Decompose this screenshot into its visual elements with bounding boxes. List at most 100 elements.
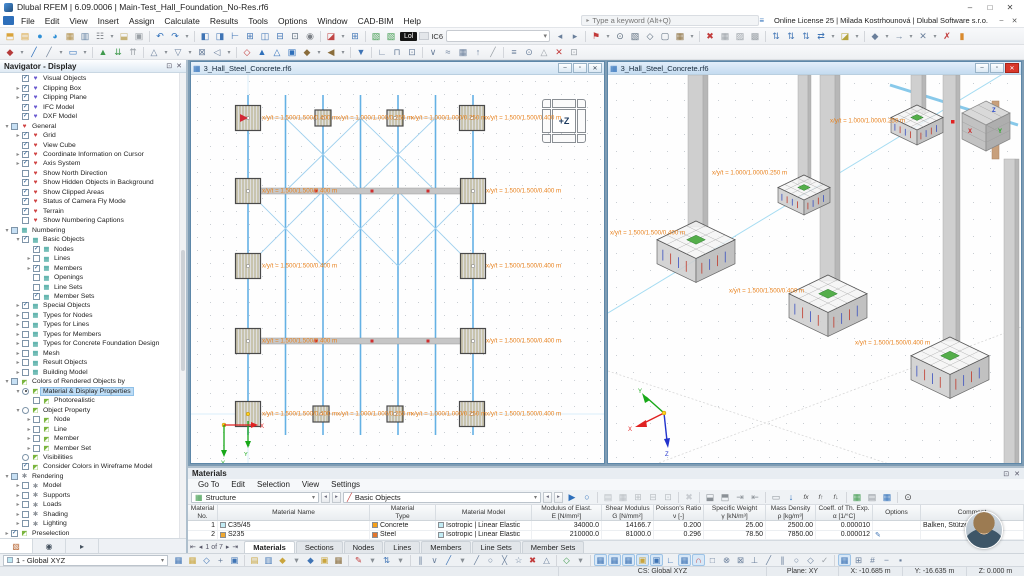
line-grid-button[interactable]: ◆ bbox=[304, 554, 317, 566]
circle-select-toggle[interactable]: ⊗ bbox=[720, 554, 733, 566]
measure-button[interactable]: ╱ bbox=[486, 46, 500, 59]
menu-assign[interactable]: Assign bbox=[124, 16, 160, 26]
elevation-button[interactable]: ↑ bbox=[471, 46, 485, 59]
nav-item-lines[interactable]: ▸ ▦ Lines bbox=[1, 254, 178, 263]
checkbox[interactable]: ✓ bbox=[22, 103, 29, 111]
star-button[interactable]: ☆ bbox=[512, 554, 525, 566]
checkbox[interactable] bbox=[22, 217, 29, 225]
panel-button[interactable]: ⊞ bbox=[348, 30, 362, 43]
nav-item-basic-objects[interactable]: ▾ ✓ ▦ Basic Objects bbox=[1, 235, 178, 244]
nav-item-member-sets[interactable]: ✓ ▦ Member Sets bbox=[1, 292, 178, 301]
model-manager-button[interactable]: ▦ bbox=[63, 30, 77, 43]
table-tab-sections[interactable]: Sections bbox=[295, 541, 343, 553]
nav-item-dxf-model[interactable]: ✓ ♥ DXF Model bbox=[1, 112, 178, 121]
expander-icon[interactable]: ▸ bbox=[14, 132, 22, 139]
visibility-partial-button[interactable]: ▨ bbox=[733, 30, 747, 43]
checkbox[interactable]: ✓ bbox=[22, 236, 29, 244]
search-input[interactable] bbox=[592, 16, 755, 25]
column-header-shear-modulus[interactable]: Shear Modulus G [N/mm²] bbox=[602, 505, 654, 521]
navigator-tab-data[interactable]: ▧ bbox=[0, 539, 33, 553]
background-layers-button[interactable]: ▦ bbox=[332, 554, 345, 566]
table-tab-materials[interactable]: Materials bbox=[244, 541, 295, 553]
material-cell-poisson[interactable]: 0.200 bbox=[654, 521, 704, 530]
nav-item-building-model[interactable]: ▸ ▦ Building Model bbox=[1, 368, 178, 377]
box-select-toggle[interactable]: □ bbox=[706, 554, 719, 566]
expander-icon[interactable]: ▸ bbox=[14, 492, 22, 499]
view-forward-button[interactable]: ▸ bbox=[568, 30, 582, 43]
insert-surface-menu[interactable]: ▾ bbox=[81, 46, 89, 59]
coordinate-system-combo[interactable]: 1 - Global XYZ ▾ bbox=[3, 554, 168, 566]
expander-icon[interactable]: ▾ bbox=[14, 236, 22, 243]
pan-button[interactable]: ▧ bbox=[628, 30, 642, 43]
snap-grid-menu[interactable]: ▾ bbox=[574, 554, 587, 566]
cross-button[interactable]: ╳ bbox=[498, 554, 511, 566]
snap-midpoints-toggle[interactable]: ▦ bbox=[622, 554, 635, 566]
expander-icon[interactable]: ▸ bbox=[14, 340, 22, 347]
nav-item-special-objects[interactable]: ▸ ✓ ▦ Special Objects bbox=[1, 301, 178, 310]
material-cell-model[interactable]: Isotropic | Linear Elastic bbox=[436, 530, 532, 540]
control-point-button[interactable]: ◆ bbox=[276, 554, 289, 566]
table-tab-member-sets[interactable]: Member Sets bbox=[521, 541, 585, 553]
menu-file[interactable]: File bbox=[16, 16, 40, 26]
materials-menu-view[interactable]: View bbox=[296, 480, 325, 489]
snap-settings-button[interactable]: ◇ bbox=[200, 554, 213, 566]
viewport-2d-titlebar[interactable]: ▦ 3_Hall_Steel_Concrete.rf6 – ▫ ✕ bbox=[191, 62, 604, 75]
expander-icon[interactable]: ▸ bbox=[14, 359, 22, 366]
viewport-3d-restore-icon[interactable]: ▫ bbox=[990, 63, 1004, 73]
sort-button[interactable]: ↓ bbox=[784, 491, 798, 504]
frame-tool-button[interactable]: ⊓ bbox=[390, 46, 404, 59]
render-mode-button[interactable]: ◉ bbox=[303, 30, 317, 43]
clipping-menu[interactable]: ▾ bbox=[931, 30, 939, 43]
grid-settings-button[interactable]: ▦ bbox=[186, 554, 199, 566]
checkbox[interactable]: ✓ bbox=[22, 132, 29, 140]
rotate-button[interactable]: ◇ bbox=[643, 30, 657, 43]
maximize-icon[interactable]: □ bbox=[980, 3, 1000, 12]
expander-icon[interactable]: ▸ bbox=[14, 369, 22, 376]
polyline-button[interactable]: ╱ bbox=[470, 554, 483, 566]
navigator-close-icon[interactable]: ✕ bbox=[176, 62, 182, 70]
material-row[interactable]: 1 C35/45 Concrete Isotropic | Linear Elasti… bbox=[188, 521, 1024, 531]
checkbox[interactable] bbox=[22, 311, 29, 319]
material-cell-weight[interactable]: 25.00 bbox=[704, 521, 766, 530]
material-cell-weight[interactable]: 78.50 bbox=[704, 530, 766, 540]
undo-button[interactable]: ↶ bbox=[153, 30, 167, 43]
nav-item-result-objects[interactable]: ▸ ▦ Result Objects bbox=[1, 358, 178, 367]
lol-badge[interactable]: Lol bbox=[400, 31, 418, 41]
nav-item-coordinate-information-on-cursor[interactable]: ▸ ✓ ♥ Coordinate Information on Cursor bbox=[1, 150, 178, 159]
nav-item-object-property[interactable]: ▾ ◩ Object Property bbox=[1, 405, 178, 414]
nav-item-grid[interactable]: ▸ ✓ ♥ Grid bbox=[1, 131, 178, 140]
close-icon[interactable]: ✕ bbox=[1000, 3, 1020, 12]
expander-icon[interactable]: ▸ bbox=[25, 435, 33, 442]
dot-snap-toggle[interactable]: ▪ bbox=[894, 554, 907, 566]
nav-item-supports[interactable]: ▸ ✱ Supports bbox=[1, 491, 178, 500]
results-button[interactable]: ◆ bbox=[300, 46, 314, 59]
view-dual-button[interactable]: ◨ bbox=[213, 30, 227, 43]
scrollbar-thumb[interactable] bbox=[181, 249, 185, 371]
checkbox[interactable] bbox=[22, 330, 29, 338]
viewport-2d-close-icon[interactable]: ✕ bbox=[588, 63, 602, 73]
snap-grid-button[interactable]: ◇ bbox=[560, 554, 573, 566]
structure-filter-combo[interactable]: ▦ Structure ▾ bbox=[191, 491, 319, 503]
expander-icon[interactable]: ▾ bbox=[3, 227, 11, 234]
material-cell-shear[interactable]: 14166.7 bbox=[602, 521, 654, 530]
results-menu[interactable]: ▾ bbox=[315, 46, 323, 59]
expander-icon[interactable]: ▾ bbox=[14, 388, 22, 395]
expander-icon[interactable]: ▸ bbox=[14, 482, 22, 489]
mesh-button[interactable]: △ bbox=[147, 46, 161, 59]
expander-icon[interactable]: ▾ bbox=[3, 123, 11, 130]
nav-item-member[interactable]: ▸ ◩ Member bbox=[1, 434, 178, 443]
expander-icon[interactable]: ▸ bbox=[14, 511, 22, 518]
expander-icon[interactable]: ▸ bbox=[14, 501, 22, 508]
vertex-button[interactable]: ∨ bbox=[428, 554, 441, 566]
nav-item-clipping-box[interactable]: ▸ ✓ ♥ Clipping Box bbox=[1, 83, 178, 92]
magnet-toggle[interactable]: ∩ bbox=[692, 554, 705, 566]
diagonal-button[interactable]: ╱ bbox=[442, 554, 455, 566]
nav-item-view-cube[interactable]: ✓ ♥ View Cube bbox=[1, 140, 178, 149]
find-object-button[interactable]: ⊙ bbox=[522, 46, 536, 59]
table-tab-nodes[interactable]: Nodes bbox=[343, 541, 384, 553]
material-cell-type[interactable]: Concrete bbox=[370, 521, 436, 530]
perpendicular-toggle[interactable]: ⊥ bbox=[748, 554, 761, 566]
snap-ortho-toggle[interactable]: ▣ bbox=[650, 554, 663, 566]
nav-item-mesh[interactable]: ▸ ▦ Mesh bbox=[1, 349, 178, 358]
material-cell-no[interactable]: 1 bbox=[188, 521, 218, 530]
